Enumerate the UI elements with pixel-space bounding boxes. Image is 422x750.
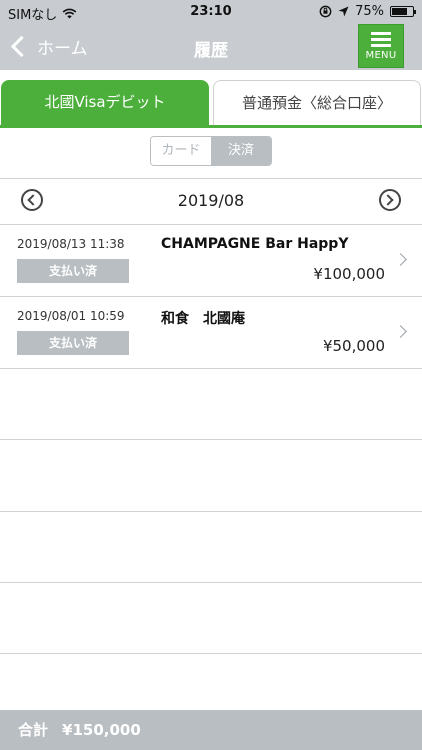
month-label: 2019/08: [177, 191, 245, 210]
battery-icon: [390, 6, 416, 17]
divider: [0, 653, 422, 654]
total-label: 合計: [18, 721, 49, 739]
transaction-row[interactable]: 2019/08/01 10:59 支払い済 和食 北國庵 ¥50,000: [0, 297, 422, 369]
account-tabs: 北國Visaデビット 普通預金〈総合口座〉: [0, 80, 422, 128]
orientation-lock-icon: [319, 5, 332, 18]
status-bar: SIMなし 23:10 75%: [0, 0, 422, 24]
battery-percent: 75%: [355, 4, 384, 19]
merchant-name: 和食 北國庵: [161, 311, 245, 327]
next-month-button[interactable]: [379, 189, 401, 211]
hamburger-icon: [371, 32, 391, 47]
transaction-amount: ¥50,000: [322, 337, 385, 355]
segment-card[interactable]: カード: [151, 137, 211, 165]
menu-button[interactable]: MENU: [358, 24, 404, 68]
divider: [0, 178, 422, 179]
month-navigator: 2019/08: [0, 180, 422, 224]
type-segmented-control: カード 決済: [150, 136, 272, 166]
divider: [0, 511, 422, 512]
nav-bar: ホーム 履歴 MENU: [0, 24, 422, 70]
transaction-datetime: 2019/08/01 10:59: [17, 309, 125, 323]
merchant-name: CHAMPAGNE Bar HappY: [161, 236, 349, 252]
total-bar: 合計 ¥150,000: [0, 710, 422, 750]
chevron-right-icon: [394, 253, 407, 266]
divider: [0, 368, 422, 369]
transaction-row[interactable]: 2019/08/13 11:38 支払い済 CHAMPAGNE Bar Happ…: [0, 225, 422, 297]
divider: [0, 439, 422, 440]
status-badge: 支払い済: [17, 259, 129, 283]
menu-label: MENU: [365, 50, 397, 61]
status-badge: 支払い済: [17, 331, 129, 355]
tab-visa-debit[interactable]: 北國Visaデビット: [1, 80, 209, 125]
tab-savings-account[interactable]: 普通預金〈総合口座〉: [213, 80, 421, 125]
battery-fill: [392, 8, 407, 15]
status-right: 75%: [319, 4, 416, 19]
transaction-amount: ¥100,000: [313, 265, 385, 283]
location-arrow-icon: [338, 6, 349, 17]
segment-payment[interactable]: 決済: [211, 137, 271, 165]
total-amount: ¥150,000: [62, 721, 141, 739]
chevron-right-icon: [394, 325, 407, 338]
divider: [0, 582, 422, 583]
transaction-datetime: 2019/08/13 11:38: [17, 237, 125, 251]
